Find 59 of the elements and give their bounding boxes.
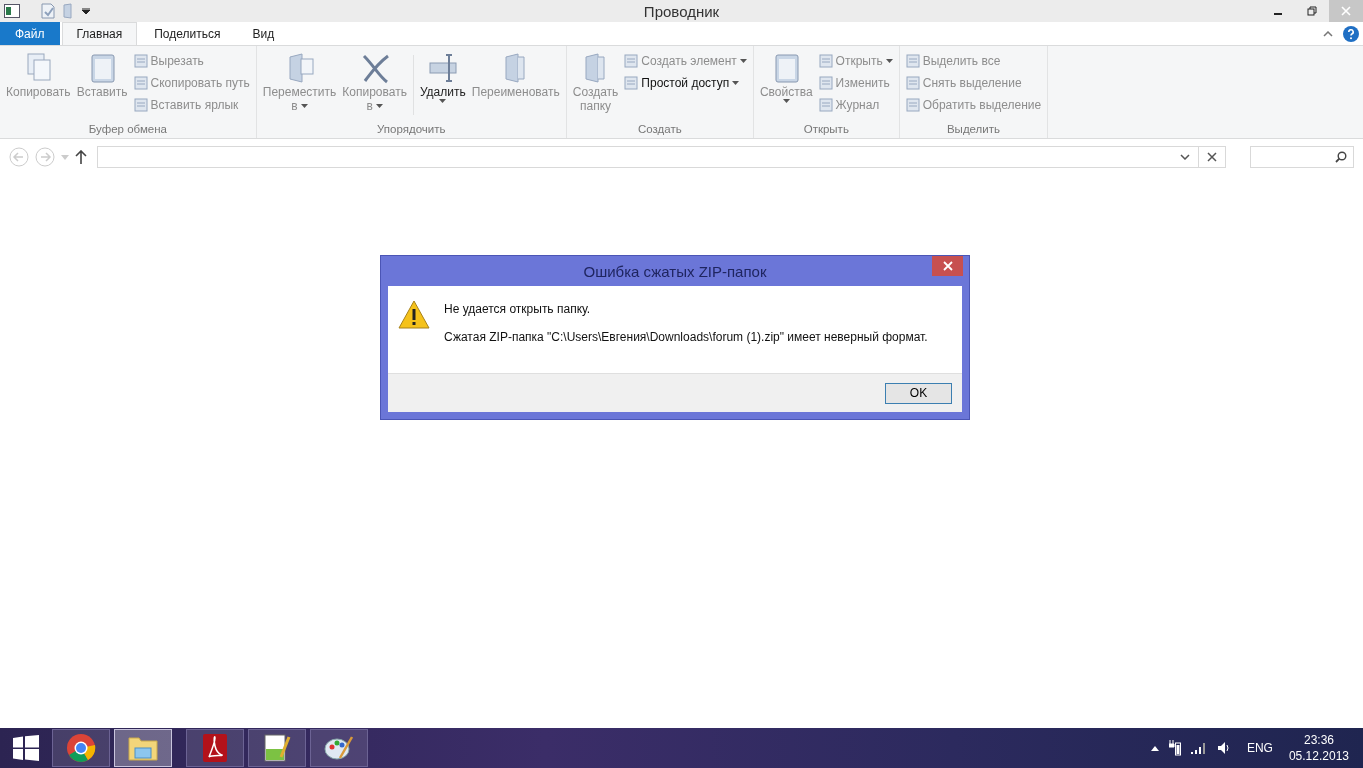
close-button[interactable] — [932, 256, 963, 276]
group-label: Упорядочить — [376, 123, 447, 137]
help-icon[interactable] — [1343, 25, 1359, 42]
ribbon-tab[interactable]: Файл — [0, 22, 60, 45]
up-button[interactable] — [75, 150, 87, 164]
show-hidden-icon[interactable] — [1150, 745, 1159, 751]
close-icon — [942, 261, 953, 271]
window-title: Проводник — [643, 3, 720, 20]
ribbon-icon — [624, 54, 639, 68]
taskbar-button[interactable] — [186, 729, 244, 767]
group-label: Выделить — [945, 123, 1001, 137]
taskbar-button[interactable] — [310, 729, 368, 767]
group-label: Создать — [636, 123, 683, 137]
ribbon-tab[interactable]: Поделиться — [139, 22, 236, 45]
group-label: Буфер обмена — [87, 123, 168, 137]
document-icon — [202, 733, 228, 763]
notepad-icon — [263, 733, 291, 763]
search-icon — [1335, 151, 1347, 163]
windows-logo — [13, 735, 39, 761]
ribbon-icon — [133, 54, 148, 68]
ribbon-icon — [905, 98, 920, 112]
window-icon — [4, 4, 20, 18]
battery-icon[interactable] — [1168, 740, 1181, 756]
clock[interactable]: 23:36 05.12.2013 — [1288, 732, 1349, 764]
collapse-icon[interactable] — [1323, 30, 1333, 37]
dialog-message: Сжатая ZIP-папка "C:\Users\Евгения\Downloads\forum (1).zip" имеет неверный формат. — [444, 330, 928, 344]
search-field[interactable] — [1250, 146, 1354, 168]
address-field[interactable] — [97, 146, 1226, 168]
browser-icon — [66, 733, 96, 763]
ribbon-tab[interactable]: Главная — [61, 22, 138, 45]
dialog-title: Ошибка сжатых ZIP-папок — [583, 262, 767, 280]
ribbon-icon — [905, 54, 920, 68]
dialog-heading: Не удается открыть папку. — [444, 302, 592, 316]
warning-icon — [398, 300, 430, 329]
close-icon[interactable] — [1207, 152, 1217, 162]
language-indicator[interactable]: ENG — [1246, 741, 1273, 755]
signal-icon[interactable] — [1190, 742, 1207, 754]
close-icon — [1341, 6, 1351, 16]
ribbon-icon — [905, 76, 920, 90]
chevron-icon[interactable] — [1180, 154, 1190, 160]
ribbon-icon — [818, 76, 833, 90]
ribbon-icon — [133, 98, 148, 112]
ribbon-icon — [426, 51, 459, 85]
ribbon-icon — [818, 54, 833, 68]
ribbon-button[interactable]: Простой доступ — [622, 73, 749, 93]
ribbon-icon — [624, 76, 639, 90]
ribbon-button[interactable]: Удалить — [417, 49, 468, 123]
ok-button[interactable]: OK — [885, 382, 952, 404]
ribbon-icon — [818, 98, 833, 112]
folder-icon — [127, 734, 159, 762]
ribbon-icon — [133, 76, 148, 90]
minimize-icon — [1274, 13, 1282, 15]
group-label: Открыть — [802, 123, 850, 137]
speaker-icon[interactable] — [1216, 741, 1231, 755]
ribbon-tab[interactable]: Вид — [237, 22, 290, 45]
taskbar-button[interactable] — [248, 729, 306, 767]
taskbar-button[interactable] — [52, 729, 110, 767]
restore-icon — [1307, 6, 1317, 16]
palette-icon — [324, 734, 354, 762]
